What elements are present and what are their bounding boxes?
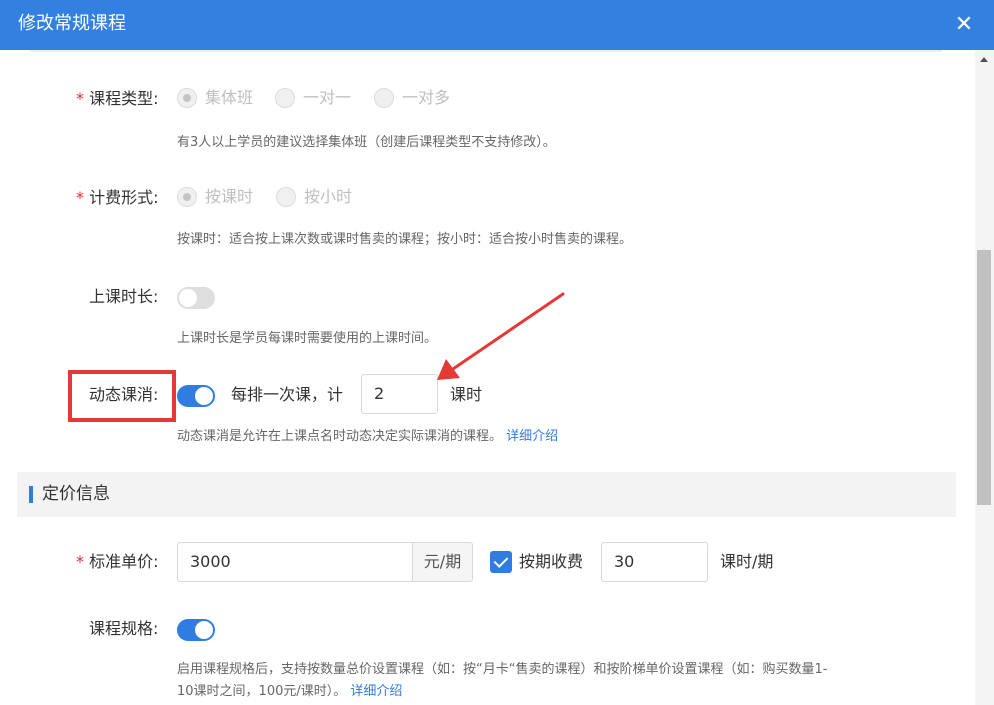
switch-knob <box>179 289 197 307</box>
radio-by-hour-label[interactable]: 按小时 <box>304 186 352 208</box>
duration-switch[interactable] <box>177 287 215 309</box>
radio-one-to-one-label[interactable]: 一对一 <box>303 87 351 109</box>
unit-price-input[interactable]: 3000 <box>177 542 413 582</box>
dynamic-deduct-hint: 动态课消是允许在上课点名时动态决定实际课消的课程。 详细介绍 <box>177 427 558 447</box>
course-type-label-text: 课程类型: <box>89 89 159 108</box>
billing-label-text: 计费形式: <box>89 188 159 207</box>
spec-label: 课程规格: <box>89 619 159 638</box>
switch-knob <box>195 621 213 639</box>
radio-by-lesson[interactable] <box>177 187 197 207</box>
radio-by-hour[interactable] <box>276 187 296 207</box>
required-mark: * <box>76 89 84 108</box>
period-lessons-input[interactable]: 30 <box>601 542 708 582</box>
radio-by-lesson-label[interactable]: 按课时 <box>205 186 253 208</box>
dynamic-deduct-suffix: 课时 <box>450 385 483 404</box>
unit-price-label: * 标准单价: <box>76 551 159 573</box>
dynamic-deduct-detail-link[interactable]: 详细介绍 <box>506 429 558 444</box>
radio-group-class-label[interactable]: 集体班 <box>205 87 253 109</box>
charge-by-period-checkbox[interactable] <box>490 551 512 573</box>
unit-price-unit: 元/期 <box>413 542 473 582</box>
pricing-section-header: 定价信息 <box>17 472 956 517</box>
switch-knob <box>195 387 213 405</box>
dynamic-deduct-hint-text: 动态课消是允许在上课点名时动态决定实际课消的课程。 <box>177 429 503 444</box>
course-type-hint: 有3人以上学员的建议选择集体班（创建后课程类型不支持修改）。 <box>177 135 556 150</box>
duration-hint: 上课时长是学员每课时需要使用的上课时间。 <box>177 331 438 346</box>
radio-one-to-one[interactable] <box>275 88 295 108</box>
billing-hint: 按课时：适合按上课次数或课时售卖的课程；按小时：适合按小时售卖的课程。 <box>177 232 633 247</box>
radio-one-to-many[interactable] <box>374 88 394 108</box>
radio-group-class[interactable] <box>177 88 197 108</box>
scroll-up-arrow-icon[interactable] <box>980 57 988 62</box>
required-mark: * <box>76 552 84 571</box>
close-icon[interactable]: ✕ <box>951 12 977 38</box>
dynamic-deduct-prefix: 每排一次课，计 <box>231 385 344 404</box>
dynamic-deduct-switch[interactable] <box>177 385 215 407</box>
divider <box>30 50 942 52</box>
course-type-label: * 课程类型: <box>76 88 159 110</box>
radio-one-to-many-label[interactable]: 一对多 <box>402 87 450 109</box>
spec-switch[interactable] <box>177 619 215 641</box>
highlight-box <box>68 370 176 422</box>
dynamic-deduct-input[interactable]: 2 <box>361 374 438 414</box>
spec-hint-line1: 启用课程规格后，支持按数量总价设置课程（如：按“月卡“售卖的课程）和按阶梯单价设… <box>177 662 828 677</box>
scrollbar-thumb[interactable] <box>977 250 991 505</box>
dialog-title: 修改常规课程 <box>18 13 126 34</box>
spec-hint-line2: 10课时之间，100元/课时）。 详细介绍 <box>177 682 402 702</box>
pricing-section-title: 定价信息 <box>42 484 110 504</box>
unit-price-label-text: 标准单价: <box>89 552 159 571</box>
spec-hint-line2-text: 10课时之间，100元/课时）。 <box>177 684 347 699</box>
section-accent-bar <box>29 486 33 503</box>
dialog-header: 修改常规课程 ✕ <box>0 0 994 50</box>
required-mark: * <box>76 188 84 207</box>
duration-label: 上课时长: <box>89 287 159 306</box>
billing-label: * 计费形式: <box>76 187 159 209</box>
period-unit: 课时/期 <box>720 552 774 571</box>
charge-by-period-label[interactable]: 按期收费 <box>519 551 583 573</box>
spec-detail-link[interactable]: 详细介绍 <box>350 684 402 699</box>
